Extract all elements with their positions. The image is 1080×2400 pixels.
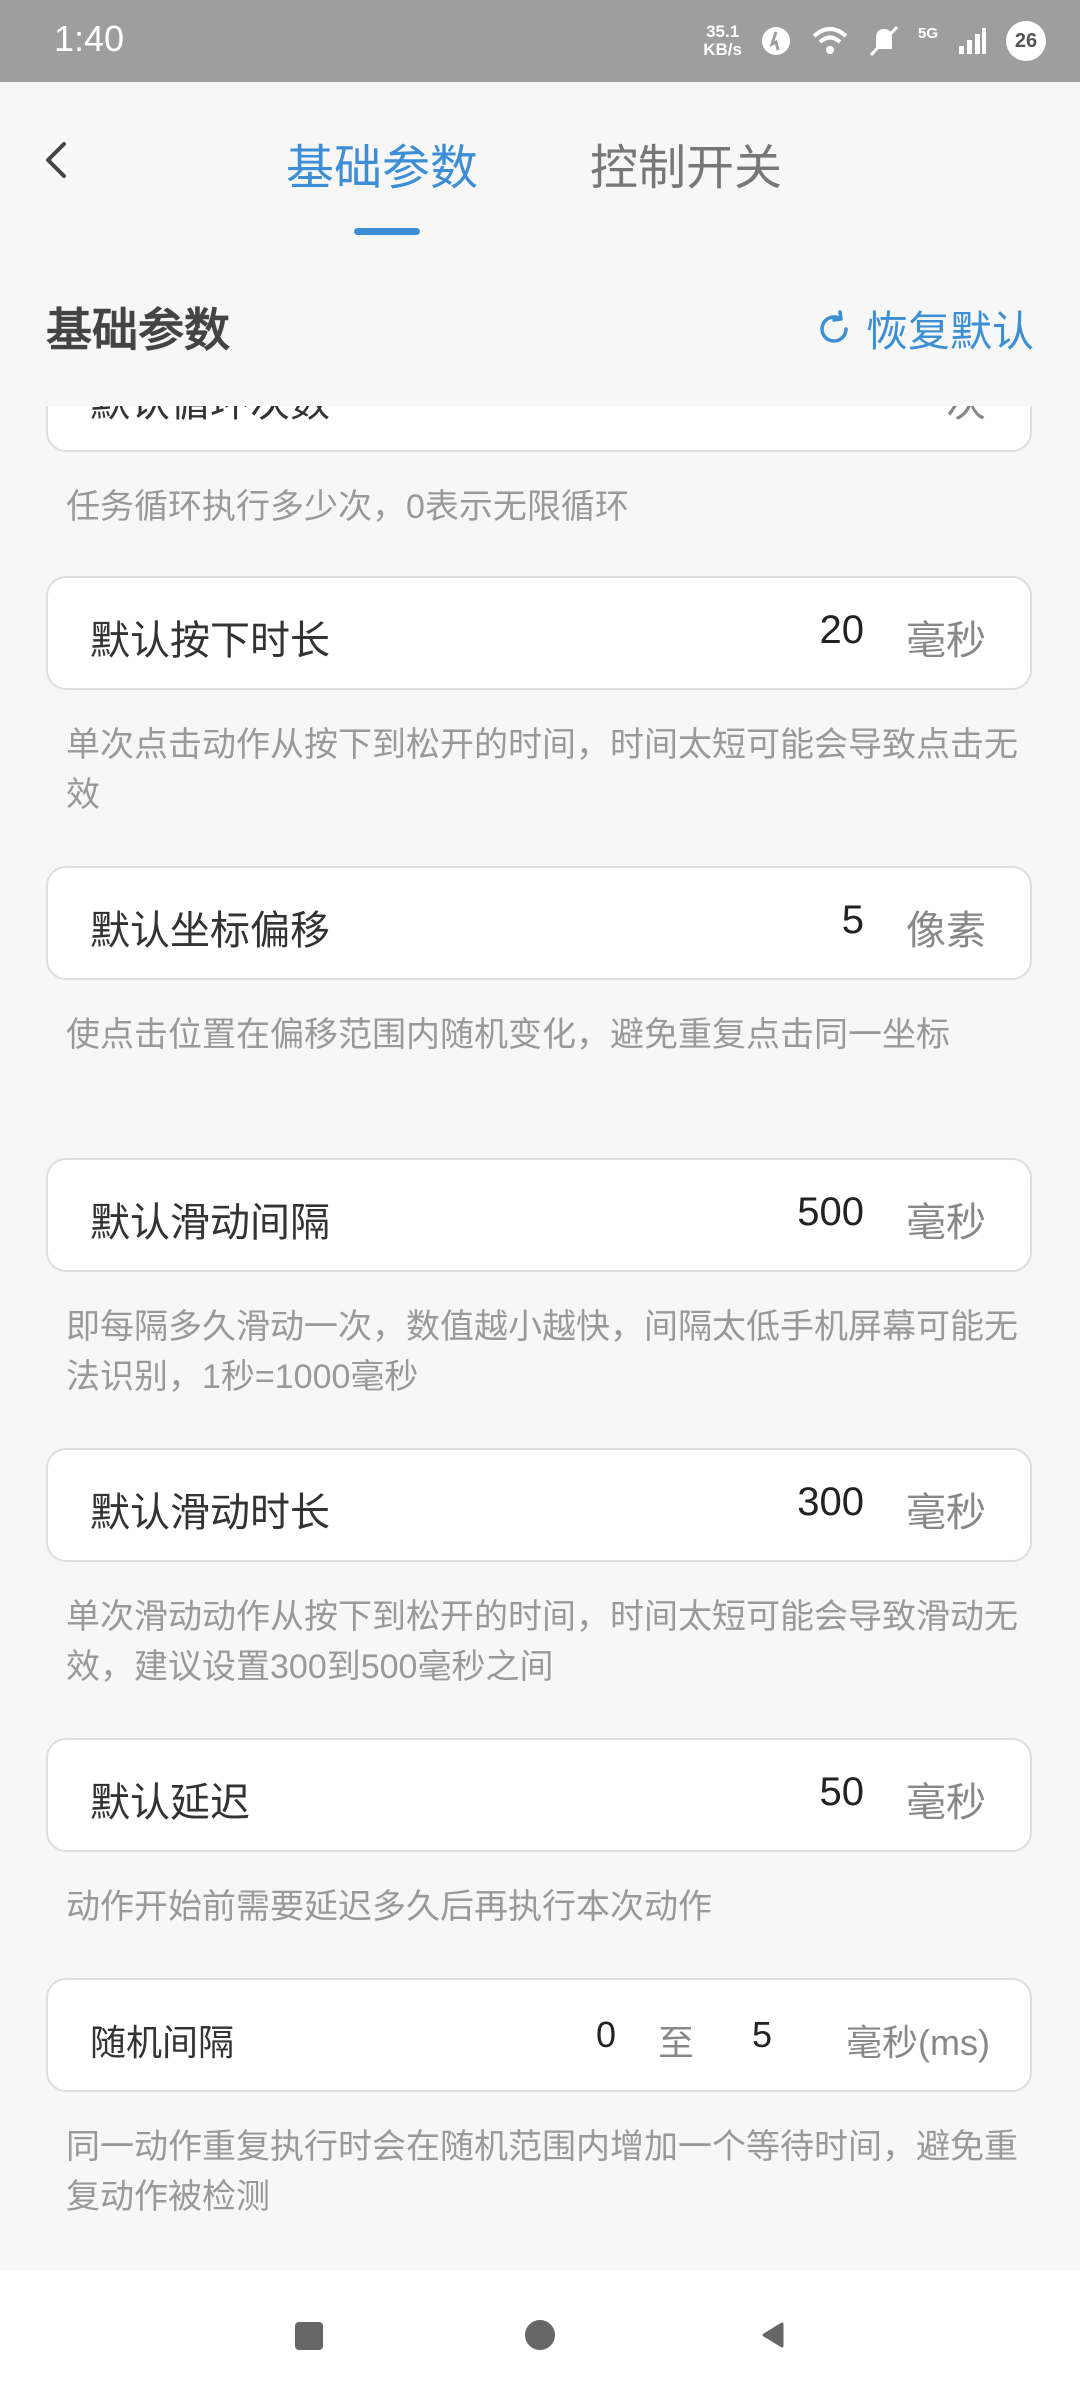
param-description: 动作开始前需要延迟多久后再执行本次动作 — [66, 1888, 712, 1926]
signal-icon — [952, 21, 992, 61]
net-speed-value: 35.1 — [706, 22, 740, 41]
param-card-press-duration[interactable]: 默认按下时长 20 毫秒 — [46, 576, 1032, 690]
param-card-swipe-interval[interactable]: 默认滑动间隔 500 毫秒 — [46, 1158, 1032, 1272]
net-speed: 35.1 KB/s — [703, 23, 742, 59]
random-to-label: 至 — [658, 2022, 695, 2063]
restore-default-label: 恢复默认 — [865, 308, 1034, 355]
hotspot-icon — [756, 21, 796, 61]
battery-icon: 26 — [1006, 21, 1046, 61]
back-triangle-icon[interactable] — [758, 2320, 788, 2350]
param-unit: 毫秒 — [906, 1491, 986, 1535]
param-unit: 毫秒 — [906, 1201, 986, 1245]
param-label: 随机间隔 — [90, 2022, 235, 2063]
param-label: 默认按下时长 — [90, 619, 330, 663]
param-card-coordinate-offset[interactable]: 默认坐标偏移 5 像素 — [46, 866, 1032, 980]
random-max-input[interactable]: 5 — [752, 2014, 772, 2056]
param-description: 使点击位置在偏移范围内随机变化，避免重复点击同一坐标 — [66, 1016, 950, 1054]
param-description: 同一动作重复执行时会在随机范围内增加一个等待时间，避免重复动作被检测 — [66, 2128, 1018, 2216]
params-scroll-area[interactable]: 默认循环次数 次 任务循环执行多少次，0表示无限循环 默认按下时长 20 毫秒 … — [0, 406, 1080, 2270]
status-bar: 1:40 35.1 KB/s 5G 26 — [0, 0, 1080, 82]
param-value-input[interactable]: 50 — [820, 1770, 865, 1815]
param-label: 默认延迟 — [90, 1781, 250, 1825]
param-unit: 毫秒 — [906, 619, 986, 663]
param-value-input[interactable]: 500 — [797, 1190, 864, 1235]
param-label: 默认滑动间隔 — [90, 1201, 330, 1245]
navigation-bar — [0, 2270, 1080, 2400]
param-unit: 毫秒 — [906, 1781, 986, 1825]
chevron-left-icon — [46, 142, 66, 178]
param-value-input[interactable]: 5 — [842, 898, 864, 943]
param-value-input[interactable]: 300 — [797, 1480, 864, 1525]
section-title: 基础参数 — [46, 304, 230, 356]
param-description: 任务循环执行多少次，0表示无限循环 — [66, 488, 629, 526]
param-value-input[interactable]: 20 — [820, 608, 865, 653]
param-label: 默认坐标偏移 — [90, 909, 330, 953]
mute-bell-icon — [864, 21, 904, 61]
restore-default-button[interactable]: 恢复默认 — [814, 298, 1034, 359]
param-label: 默认循环次数 — [90, 406, 330, 428]
tab-basic-params[interactable]: 基础参数 — [286, 128, 478, 198]
random-min-input[interactable]: 0 — [596, 2014, 616, 2056]
param-card-loop-count[interactable]: 默认循环次数 次 — [46, 406, 1032, 452]
param-unit: 像素 — [906, 909, 986, 953]
network-type: 5G — [917, 24, 938, 42]
refresh-icon — [820, 309, 848, 343]
tab-control-switches[interactable]: 控制开关 — [590, 128, 782, 198]
back-button[interactable] — [36, 130, 76, 190]
param-unit: 次 — [946, 406, 986, 428]
status-icons: 35.1 KB/s 5G 26 — [703, 14, 1046, 68]
param-card-random-interval[interactable]: 随机间隔 0 至 5 毫秒(ms) — [46, 1978, 1032, 2092]
status-time: 1:40 — [54, 18, 125, 59]
param-description: 即每隔多久滑动一次，数值越小越快，间隔太低手机屏幕可能无法识别，1秒=1000毫… — [66, 1308, 1018, 1396]
param-unit: 毫秒(ms) — [846, 2022, 990, 2063]
param-description: 单次点击动作从按下到松开的时间，时间太短可能会导致点击无效 — [66, 726, 1018, 814]
wifi-icon — [810, 21, 850, 61]
home-icon[interactable] — [525, 2320, 555, 2350]
param-label: 默认滑动时长 — [90, 1491, 330, 1535]
net-speed-unit: KB/s — [703, 40, 742, 59]
recents-icon[interactable] — [295, 2322, 323, 2350]
param-card-delay[interactable]: 默认延迟 50 毫秒 — [46, 1738, 1032, 1852]
param-description: 单次滑动动作从按下到松开的时间，时间太短可能会导致滑动无效，建议设置300到50… — [66, 1598, 1018, 1686]
active-tab-indicator — [354, 228, 420, 235]
param-card-swipe-duration[interactable]: 默认滑动时长 300 毫秒 — [46, 1448, 1032, 1562]
